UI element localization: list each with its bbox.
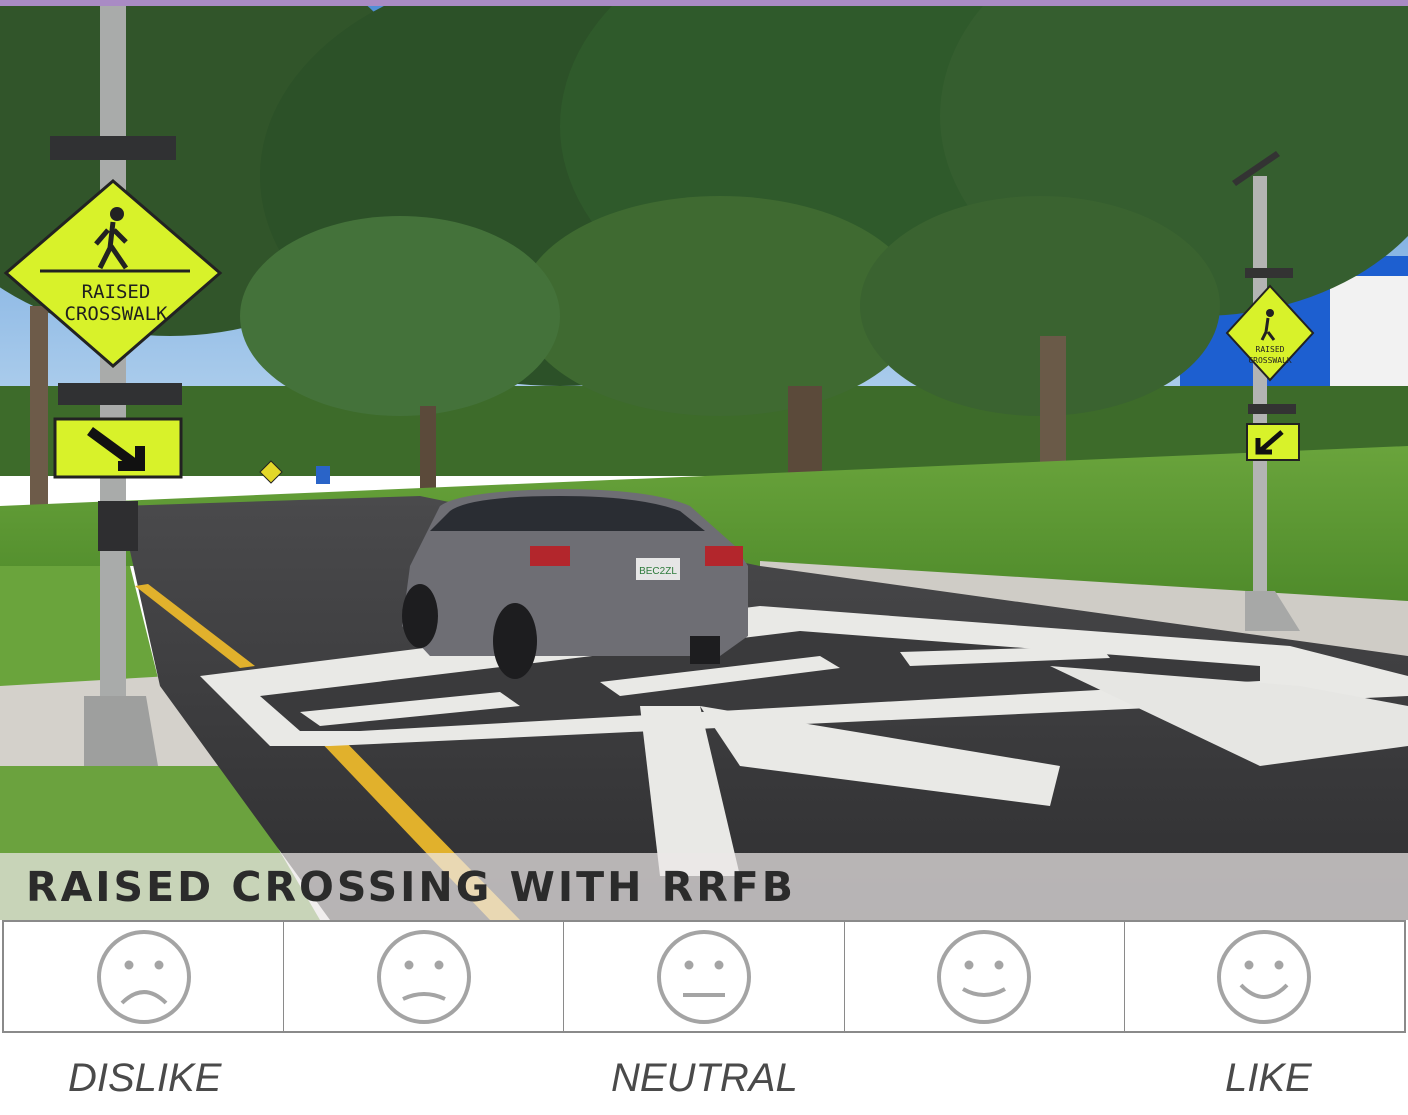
very-sad-face-icon xyxy=(96,929,191,1024)
rating-option-like[interactable] xyxy=(845,922,1125,1031)
sad-face-icon xyxy=(376,929,471,1024)
right-sign-line1: RAISED xyxy=(1256,345,1285,354)
license-plate-text: BEC2ZL xyxy=(639,566,677,577)
photo-caption: RAISED CROSSING WITH RRFB xyxy=(26,863,797,911)
neutral-face-icon xyxy=(657,929,751,1024)
rating-option-very-dislike[interactable] xyxy=(4,922,285,1031)
rating-option-dislike[interactable] xyxy=(284,922,565,1031)
street-photo: BEC2ZL RAISED CROSSWALK RAISED CROSSWALK xyxy=(0,6,1408,920)
smile-face-icon xyxy=(937,929,1032,1024)
rating-option-neutral[interactable] xyxy=(564,922,845,1031)
big-smile-face-icon xyxy=(1217,929,1312,1024)
left-sign-line2: CROSSWALK xyxy=(65,303,169,325)
scale-label-dislike: DISLIKE xyxy=(68,1056,222,1100)
rating-option-very-like[interactable] xyxy=(1125,922,1404,1031)
scale-label-like: LIKE xyxy=(1225,1056,1312,1100)
rating-scale xyxy=(2,920,1406,1033)
right-sign-line2: CROSSWALK xyxy=(1248,356,1292,365)
left-sign-line1: RAISED xyxy=(82,281,151,303)
scale-label-neutral: NEUTRAL xyxy=(611,1056,798,1100)
